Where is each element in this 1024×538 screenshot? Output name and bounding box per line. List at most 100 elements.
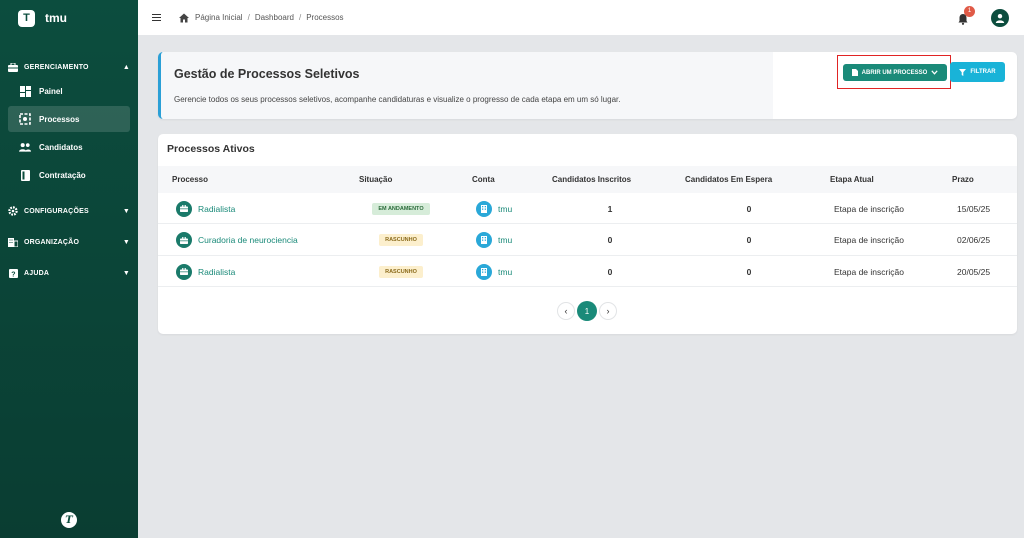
chevron-down-icon: ▼ xyxy=(122,207,130,215)
breadcrumb-separator: / xyxy=(247,13,250,22)
open-process-button[interactable]: ABRIR UM PROCESSO xyxy=(843,64,947,81)
chevron-down-icon xyxy=(931,70,938,75)
table-title: Processos Ativos xyxy=(167,143,255,155)
chevron-down-icon: ▼ xyxy=(122,238,130,246)
sidebar-item-label: Processos xyxy=(39,114,80,124)
status-cell: RASCUNHO xyxy=(361,256,441,287)
toolbox-icon xyxy=(8,62,18,72)
breadcrumb-home[interactable]: Página Inicial xyxy=(195,13,243,22)
account-cell: tmu xyxy=(476,256,512,287)
notification-bell-icon[interactable]: 1 xyxy=(957,5,975,25)
sidebar-item-processos[interactable]: Processos xyxy=(8,106,130,132)
table-header: Processo Situação Conta Candidatos Inscr… xyxy=(158,166,1017,193)
people-icon xyxy=(19,141,31,153)
waiting-count: 0 xyxy=(746,235,752,245)
page-title: Gestão de Processos Seletivos xyxy=(174,67,360,81)
brand-name: tmu xyxy=(45,11,67,25)
process-link[interactable]: Radialista xyxy=(198,267,235,277)
deadline: 20/05/25 xyxy=(957,266,991,277)
help-icon: ? xyxy=(8,268,18,278)
sidebar-section-ajuda[interactable]: ? AJUDA ▼ xyxy=(0,264,138,282)
topbar: Página Inicial / Dashboard / Processos 1 xyxy=(138,0,1024,35)
document-icon xyxy=(851,69,858,76)
briefcase-icon xyxy=(176,200,192,217)
filter-icon xyxy=(959,68,967,76)
sidebar: T tmu GERENCIAMENTO ▲ Painel Processos C… xyxy=(0,0,138,538)
svg-text:?: ? xyxy=(11,271,15,278)
process-cell: Radialista xyxy=(176,193,235,224)
column-header-situacao[interactable]: Situação xyxy=(359,175,392,184)
current-stage: Etapa de inscrição xyxy=(834,235,904,245)
brand[interactable]: T tmu xyxy=(0,0,138,36)
sidebar-section-gerenciamento[interactable]: GERENCIAMENTO ▲ xyxy=(0,58,138,76)
column-header-prazo[interactable]: Prazo xyxy=(952,175,974,184)
notification-count-badge: 1 xyxy=(964,5,975,17)
process-cell: Curadoria de neurociencia xyxy=(176,225,298,256)
open-process-label: ABRIR UM PROCESSO xyxy=(861,69,928,76)
table-row[interactable]: Curadoria de neurociencia RASCUNHO tmu 0… xyxy=(158,225,1017,256)
account-cell: tmu xyxy=(476,193,512,224)
building-icon xyxy=(476,200,492,217)
status-badge: RASCUNHO xyxy=(379,234,423,246)
chevron-down-icon: ▼ xyxy=(122,269,130,277)
gear-icon xyxy=(8,206,18,216)
footer-logo: T xyxy=(61,512,77,528)
status-cell: EM ANDAMENTO xyxy=(361,193,441,224)
home-icon[interactable] xyxy=(179,13,189,23)
status-badge: EM ANDAMENTO xyxy=(372,202,430,215)
next-page-icon[interactable]: › xyxy=(599,302,617,320)
filter-button[interactable]: FILTRAR xyxy=(950,62,1005,82)
page-number[interactable]: 1 xyxy=(577,301,597,321)
account-link[interactable]: tmu xyxy=(498,235,512,245)
sidebar-item-label: Contratação xyxy=(39,170,86,180)
waiting-count: 0 xyxy=(746,203,752,214)
sidebar-section-organizacao[interactable]: ORGANIZAÇÃO ▼ xyxy=(0,233,138,251)
breadcrumb-dashboard[interactable]: Dashboard xyxy=(255,13,294,22)
breadcrumb-separator: / xyxy=(298,13,302,22)
sidebar-section-configuracoes[interactable]: CONFIGURAÇÕES ▼ xyxy=(0,202,138,220)
current-stage: Etapa de inscrição xyxy=(834,266,904,277)
sidebar-section-label: AJUDA xyxy=(24,269,50,277)
page-subtitle: Gerencie todos os seus processos seletiv… xyxy=(174,95,621,104)
user-avatar-icon[interactable] xyxy=(991,8,1009,27)
column-header-em-espera[interactable]: Candidatos Em Espera xyxy=(685,175,772,184)
building-icon xyxy=(476,232,492,248)
process-link[interactable]: Curadoria de neurociencia xyxy=(198,235,298,245)
contract-icon xyxy=(19,169,31,181)
account-link[interactable]: tmu xyxy=(498,267,512,277)
dashboard-icon xyxy=(19,85,31,97)
active-processes-card: Processos Ativos Processo Situação Conta… xyxy=(158,134,1017,334)
sidebar-item-painel[interactable]: Painel xyxy=(8,78,130,104)
table-row[interactable]: Radialista EM ANDAMENTO tmu 1 0 Etapa de… xyxy=(158,193,1017,224)
breadcrumb-current: Processos xyxy=(306,13,344,22)
process-cell: Radialista xyxy=(176,256,235,287)
column-header-processo[interactable]: Processo xyxy=(172,175,208,184)
sidebar-item-contratacao[interactable]: Contratação xyxy=(8,162,130,188)
column-header-conta[interactable]: Conta xyxy=(472,175,495,184)
enrolled-count: 0 xyxy=(607,266,613,277)
current-stage: Etapa de inscrição xyxy=(834,203,904,214)
deadline: 15/05/25 xyxy=(957,203,991,214)
column-header-etapa[interactable]: Etapa Atual xyxy=(830,175,874,184)
enrolled-count: 1 xyxy=(607,203,613,214)
account-link[interactable]: tmu xyxy=(498,204,512,214)
pagination: ‹ 1 › xyxy=(557,301,617,321)
sidebar-item-candidatos[interactable]: Candidatos xyxy=(8,134,130,160)
sidebar-section-label: ORGANIZAÇÃO xyxy=(24,238,80,246)
sidebar-section-label: CONFIGURAÇÕES xyxy=(24,207,89,215)
table-row[interactable]: Radialista RASCUNHO tmu 0 0 Etapa de ins… xyxy=(158,256,1017,287)
column-header-inscritos[interactable]: Candidatos Inscritos xyxy=(552,175,631,184)
prev-page-icon[interactable]: ‹ xyxy=(557,302,575,320)
sidebar-item-label: Painel xyxy=(39,86,63,96)
status-badge: RASCUNHO xyxy=(379,265,423,278)
menu-icon[interactable] xyxy=(152,13,161,22)
briefcase-icon xyxy=(176,263,192,280)
waiting-count: 0 xyxy=(746,266,752,277)
highlight-box: ABRIR UM PROCESSO xyxy=(837,55,951,89)
sidebar-item-label: Candidatos xyxy=(39,142,83,152)
process-link[interactable]: Radialista xyxy=(198,204,235,214)
deadline: 02/06/25 xyxy=(957,235,991,245)
account-cell: tmu xyxy=(476,225,512,256)
sidebar-section-label: GERENCIAMENTO xyxy=(24,63,89,71)
process-icon xyxy=(19,113,31,125)
